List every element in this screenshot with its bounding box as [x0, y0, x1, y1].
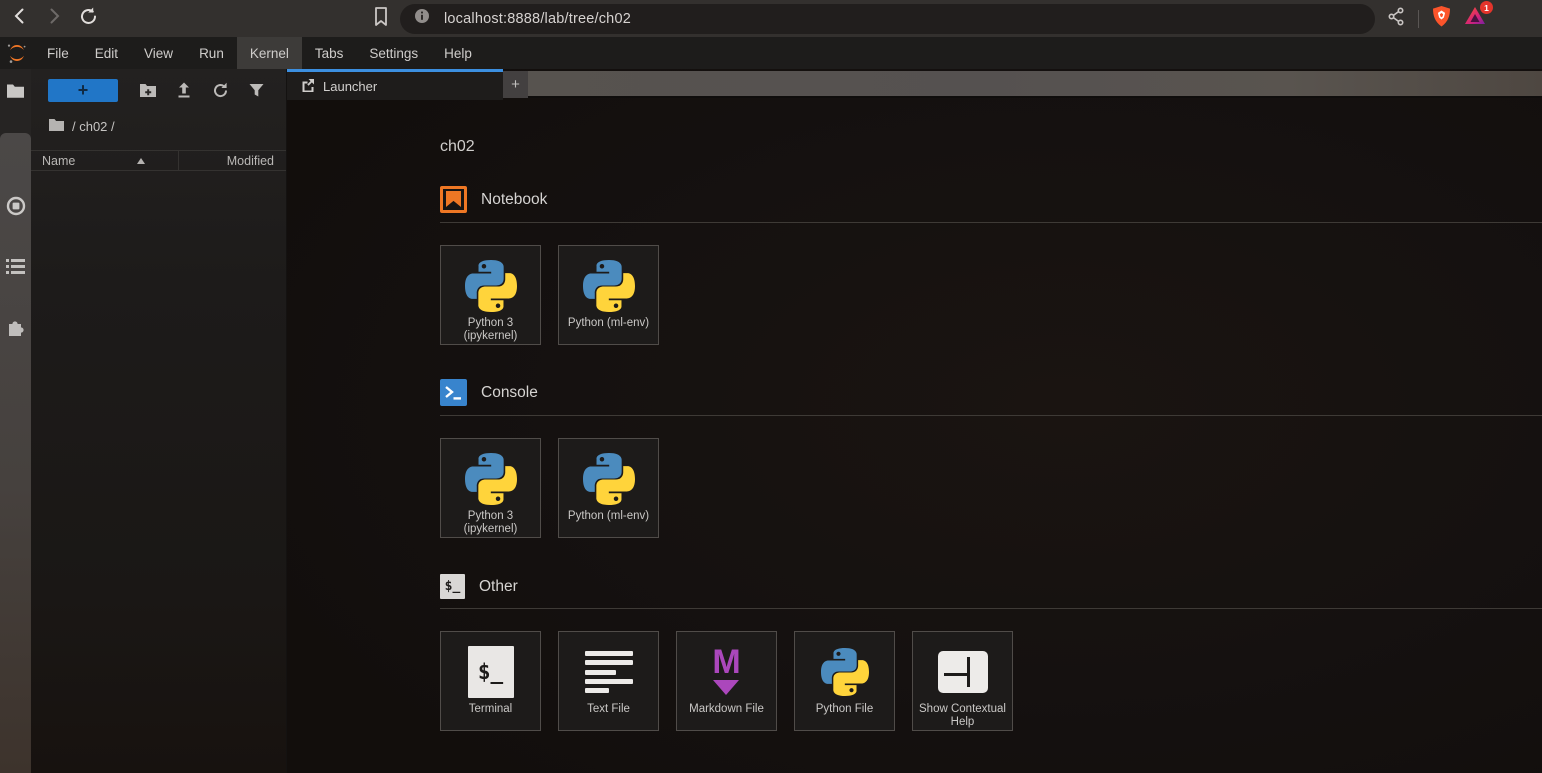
section-divider	[440, 222, 1542, 223]
terminal-icon: $_	[468, 646, 514, 698]
section-console: Console Python 3 (ipykernel) Python (ml-…	[440, 379, 1542, 538]
back-icon[interactable]	[10, 6, 30, 31]
card-label: Python (ml-env)	[564, 508, 653, 537]
url-bar[interactable]: localhost:8888/lab/tree/ch02	[400, 4, 1375, 34]
file-browser-panel: + / ch02 / Name Modified	[31, 69, 287, 773]
notebook-icon	[440, 186, 467, 213]
reload-icon[interactable]	[78, 6, 99, 32]
text-file-icon	[585, 649, 633, 695]
browser-toolbar: localhost:8888/lab/tree/ch02 1	[0, 0, 1542, 37]
python-logo-icon	[583, 450, 635, 508]
file-list-header: Name Modified	[31, 150, 286, 171]
python-logo-icon	[465, 450, 517, 508]
card-label: Markdown File	[685, 701, 768, 730]
launcher-card-markdown-file[interactable]: M Markdown File	[676, 631, 777, 731]
column-header-name[interactable]: Name	[31, 154, 178, 168]
python-logo-icon	[821, 643, 869, 701]
rewards-badge: 1	[1480, 1, 1493, 14]
card-label: Show Contextual Help	[913, 701, 1012, 730]
launcher-card-terminal[interactable]: $_ Terminal	[440, 631, 541, 731]
tab-bar-empty-strip	[528, 71, 1542, 98]
launcher-card-text-file[interactable]: Text File	[558, 631, 659, 731]
toolbar-separator	[1418, 10, 1419, 28]
launcher-tab-label: Launcher	[323, 79, 377, 94]
markdown-icon: M	[712, 649, 740, 694]
url-text[interactable]: localhost:8888/lab/tree/ch02	[444, 11, 631, 27]
filter-icon[interactable]	[238, 83, 274, 98]
menu-tabs[interactable]: Tabs	[302, 37, 357, 69]
menu-run[interactable]: Run	[186, 37, 237, 69]
breadcrumb[interactable]: / ch02 /	[31, 111, 286, 142]
brave-shield-icon[interactable]	[1431, 5, 1452, 33]
forward-icon[interactable]	[44, 6, 64, 31]
section-notebook: Notebook Python 3 (ipykernel) Python (ml…	[440, 186, 1542, 345]
launcher-card-python-file[interactable]: Python File	[794, 631, 895, 731]
menu-view[interactable]: View	[131, 37, 186, 69]
console-icon	[440, 379, 467, 406]
card-label: Python 3 (ipykernel)	[441, 508, 540, 537]
menu-settings[interactable]: Settings	[356, 37, 431, 69]
new-tab-button[interactable]: +	[503, 71, 528, 98]
file-browser-tab-icon[interactable]	[6, 83, 25, 133]
main-dock-panel: Launcher + ch02 Notebook Python 3 (ipyke…	[287, 69, 1542, 773]
jupyterlab-menubar: File Edit View Run Kernel Tabs Settings …	[0, 37, 1542, 69]
tab-bar: Launcher +	[287, 69, 1542, 100]
launcher-card-python3-notebook[interactable]: Python 3 (ipykernel)	[440, 245, 541, 345]
section-label: Other	[479, 578, 518, 596]
section-divider	[440, 415, 1542, 416]
file-browser-toolbar: +	[31, 69, 286, 111]
column-header-modified[interactable]: Modified	[179, 154, 286, 168]
launcher-card-mlenv-console[interactable]: Python (ml-env)	[558, 438, 659, 538]
bookmark-icon[interactable]	[372, 6, 390, 32]
terminal-icon: $_	[440, 574, 465, 599]
menu-kernel[interactable]: Kernel	[237, 37, 302, 69]
tab-launcher[interactable]: Launcher	[287, 69, 503, 100]
card-label: Python 3 (ipykernel)	[441, 315, 540, 344]
section-other: $_ Other $_ Terminal Text File	[440, 574, 1542, 731]
launcher-tab-icon	[301, 78, 315, 95]
card-label: Text File	[583, 701, 634, 730]
python-logo-icon	[583, 257, 635, 315]
extension-manager-tab-icon[interactable]	[6, 317, 26, 342]
refresh-icon[interactable]	[202, 82, 238, 99]
menu-edit[interactable]: Edit	[82, 37, 131, 69]
jupyter-logo-icon	[0, 37, 34, 69]
section-divider	[440, 608, 1542, 609]
running-kernels-tab-icon[interactable]	[6, 196, 26, 221]
launcher-card-mlenv-notebook[interactable]: Python (ml-env)	[558, 245, 659, 345]
file-listing-area[interactable]	[31, 171, 286, 771]
brave-rewards-icon[interactable]: 1	[1464, 6, 1486, 31]
breadcrumb-path[interactable]: / ch02 /	[72, 119, 115, 134]
card-label: Terminal	[465, 701, 516, 730]
python-logo-icon	[465, 257, 517, 315]
home-folder-icon[interactable]	[48, 118, 65, 135]
section-label: Notebook	[481, 191, 547, 209]
menu-help[interactable]: Help	[431, 37, 485, 69]
contextual-help-icon	[938, 651, 988, 693]
new-folder-icon[interactable]	[130, 83, 166, 98]
section-label: Console	[481, 384, 538, 402]
site-info-icon[interactable]	[414, 8, 430, 29]
launcher-card-python3-console[interactable]: Python 3 (ipykernel)	[440, 438, 541, 538]
upload-icon[interactable]	[166, 82, 202, 99]
launcher-card-contextual-help[interactable]: Show Contextual Help	[912, 631, 1013, 731]
launcher-panel: ch02 Notebook Python 3 (ipykernel)	[287, 100, 1542, 773]
card-label: Python (ml-env)	[564, 315, 653, 344]
sidebar-activity-bar	[0, 69, 31, 773]
sort-ascending-icon	[137, 158, 145, 164]
card-label: Python File	[812, 701, 878, 730]
new-launcher-button[interactable]: +	[48, 79, 118, 102]
launcher-cwd-title: ch02	[440, 138, 1542, 156]
table-of-contents-tab-icon[interactable]	[6, 258, 25, 280]
share-icon[interactable]	[1387, 7, 1406, 31]
menu-file[interactable]: File	[34, 37, 82, 69]
